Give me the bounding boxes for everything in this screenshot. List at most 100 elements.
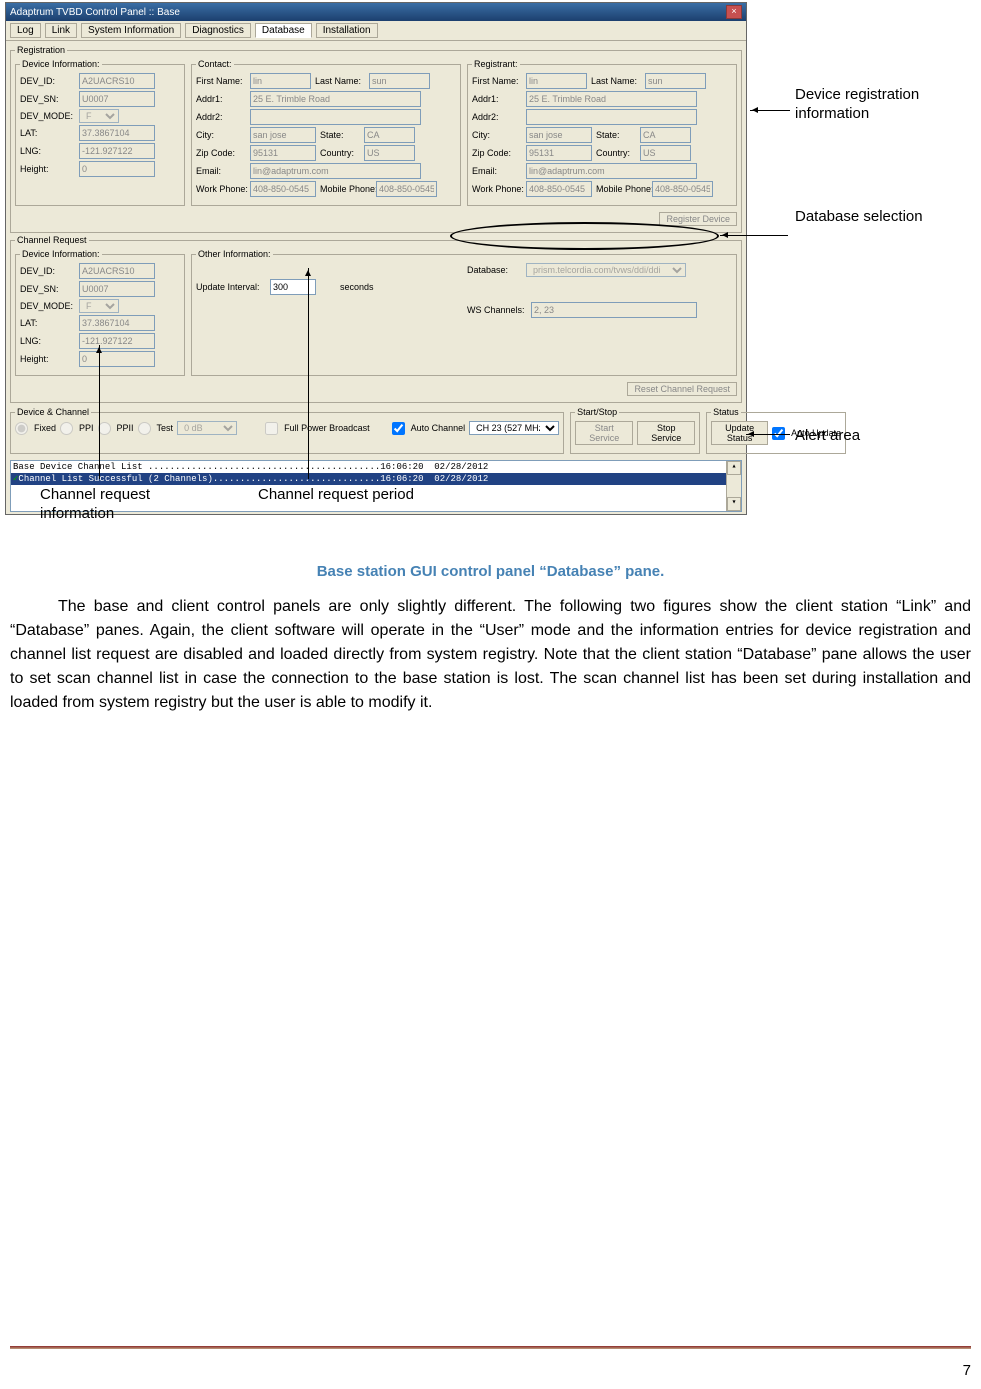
update-interval-field[interactable] bbox=[270, 279, 316, 295]
channel-select[interactable]: CH 23 (527 MHz) bbox=[469, 421, 559, 435]
state-field bbox=[364, 127, 415, 143]
arrow-icon bbox=[720, 235, 788, 236]
cr-dev-sn-field bbox=[79, 281, 155, 297]
body-paragraph: The base and client control panels are o… bbox=[10, 595, 971, 715]
stop-service-button[interactable]: Stop Service bbox=[637, 421, 695, 445]
annotation-device-registration: Device registration information bbox=[795, 85, 981, 123]
dev-sn-field bbox=[79, 91, 155, 107]
dev-id-field bbox=[79, 73, 155, 89]
height-label: Height: bbox=[20, 164, 75, 174]
reset-channel-request-button[interactable]: Reset Channel Request bbox=[627, 382, 737, 396]
cr-dev-id-field bbox=[79, 263, 155, 279]
cr-lat-field bbox=[79, 315, 155, 331]
log-line-selected: ✓Channel List Successful (2 Channels)...… bbox=[11, 473, 741, 485]
dev-mode-label: DEV_MODE: bbox=[20, 111, 75, 121]
reg-email-field bbox=[526, 163, 697, 179]
addr2-field bbox=[250, 109, 421, 125]
mphone-label: Mobile Phone: bbox=[320, 184, 372, 194]
radio-test[interactable] bbox=[138, 422, 151, 435]
database-label: Database: bbox=[467, 265, 522, 275]
arrow-icon bbox=[746, 434, 790, 435]
auto-channel-check[interactable] bbox=[392, 422, 405, 435]
tab-bar: Log Link System Information Diagnostics … bbox=[6, 21, 746, 41]
tab-system-information[interactable]: System Information bbox=[81, 23, 181, 38]
scroll-up-icon[interactable]: ▴ bbox=[727, 461, 741, 475]
start-service-button[interactable]: Start Service bbox=[575, 421, 633, 445]
firstname-field bbox=[250, 73, 311, 89]
channel-request-group: Channel Request Device Information: DEV_… bbox=[10, 235, 742, 403]
start-stop-legend: Start/Stop bbox=[575, 407, 619, 417]
reg-lastname-field bbox=[645, 73, 706, 89]
scroll-down-icon[interactable]: ▾ bbox=[727, 497, 741, 511]
cr-height-field bbox=[79, 351, 155, 367]
state-label: State: bbox=[320, 130, 360, 140]
tab-link[interactable]: Link bbox=[45, 23, 77, 38]
radio-fixed[interactable] bbox=[15, 422, 28, 435]
log-line: Base Device Channel List ...............… bbox=[11, 461, 741, 473]
update-status-button[interactable]: Update Status bbox=[711, 421, 768, 445]
lat-field bbox=[79, 125, 155, 141]
reg-zip-field bbox=[526, 145, 592, 161]
annotation-alert-area: Alert area bbox=[795, 426, 860, 445]
update-interval-unit: seconds bbox=[340, 282, 374, 292]
reg-wphone-field bbox=[526, 181, 592, 197]
reg-country-field bbox=[640, 145, 691, 161]
app-window: Adaptrum TVBD Control Panel :: Base × Lo… bbox=[5, 2, 747, 515]
auto-update-check[interactable] bbox=[772, 427, 785, 440]
annotation-database-selection: Database selection bbox=[795, 207, 923, 226]
registration-legend: Registration bbox=[15, 45, 67, 55]
country-field bbox=[364, 145, 415, 161]
channel-request-legend: Channel Request bbox=[15, 235, 89, 245]
email-field bbox=[250, 163, 421, 179]
other-info-group: Other Information: Update Interval:secon… bbox=[191, 249, 737, 376]
close-icon[interactable]: × bbox=[726, 5, 742, 19]
height-field bbox=[79, 161, 155, 177]
dev-sn-label: DEV_SN: bbox=[20, 94, 75, 104]
tab-log[interactable]: Log bbox=[10, 23, 41, 38]
wphone-label: Work Phone: bbox=[196, 184, 246, 194]
full-power-check[interactable] bbox=[265, 422, 278, 435]
ws-channels-field bbox=[531, 302, 697, 318]
city-label: City: bbox=[196, 130, 246, 140]
lng-label: LNG: bbox=[20, 146, 75, 156]
test-db-select[interactable]: 0 dB bbox=[177, 421, 237, 435]
window-title: Adaptrum TVBD Control Panel :: Base bbox=[10, 7, 180, 18]
register-device-button[interactable]: Register Device bbox=[659, 212, 737, 226]
zip-field bbox=[250, 145, 316, 161]
cr-dev-mode-field: F bbox=[79, 299, 119, 313]
cr-lng-field bbox=[79, 333, 155, 349]
reg-addr2-field bbox=[526, 109, 697, 125]
email-label: Email: bbox=[196, 166, 246, 176]
reg-city-field bbox=[526, 127, 592, 143]
cr-device-info-group: Device Information: DEV_ID: DEV_SN: DEV_… bbox=[15, 249, 185, 376]
lat-label: LAT: bbox=[20, 128, 75, 138]
annotation-channel-request-info: Channel request information bbox=[40, 485, 210, 523]
reg-state-field bbox=[640, 127, 691, 143]
title-bar: Adaptrum TVBD Control Panel :: Base × bbox=[6, 3, 746, 21]
status-legend: Status bbox=[711, 407, 741, 417]
addr1-label: Addr1: bbox=[196, 94, 246, 104]
device-info-legend: Device Information: bbox=[20, 59, 102, 69]
tab-database[interactable]: Database bbox=[255, 23, 312, 38]
device-channel-legend: Device & Channel bbox=[15, 407, 91, 417]
reg-mphone-field bbox=[652, 181, 713, 197]
addr2-label: Addr2: bbox=[196, 112, 246, 122]
zip-label: Zip Code: bbox=[196, 148, 246, 158]
firstname-label: First Name: bbox=[196, 76, 246, 86]
arrow-icon bbox=[308, 268, 309, 479]
other-info-legend: Other Information: bbox=[196, 249, 273, 259]
database-select[interactable]: prism.telcordia.com/tvws/ddi/ddi bbox=[526, 263, 686, 277]
scrollbar[interactable]: ▴ ▾ bbox=[726, 461, 741, 511]
registrant-group: Registrant: First Name:Last Name: Addr1:… bbox=[467, 59, 737, 206]
page-number: 7 bbox=[963, 1362, 971, 1379]
tab-diagnostics[interactable]: Diagnostics bbox=[185, 23, 251, 38]
start-stop-group: Start/Stop Start ServiceStop Service bbox=[570, 407, 700, 454]
tab-installation[interactable]: Installation bbox=[316, 23, 378, 38]
radio-ppi[interactable] bbox=[60, 422, 73, 435]
arrow-icon bbox=[750, 110, 790, 111]
dev-id-label: DEV_ID: bbox=[20, 76, 75, 86]
registration-group: Registration Device Information: DEV_ID:… bbox=[10, 45, 742, 233]
reg-addr1-field bbox=[526, 91, 697, 107]
figure-caption: Base station GUI control panel “Database… bbox=[0, 563, 981, 580]
country-label: Country: bbox=[320, 148, 360, 158]
